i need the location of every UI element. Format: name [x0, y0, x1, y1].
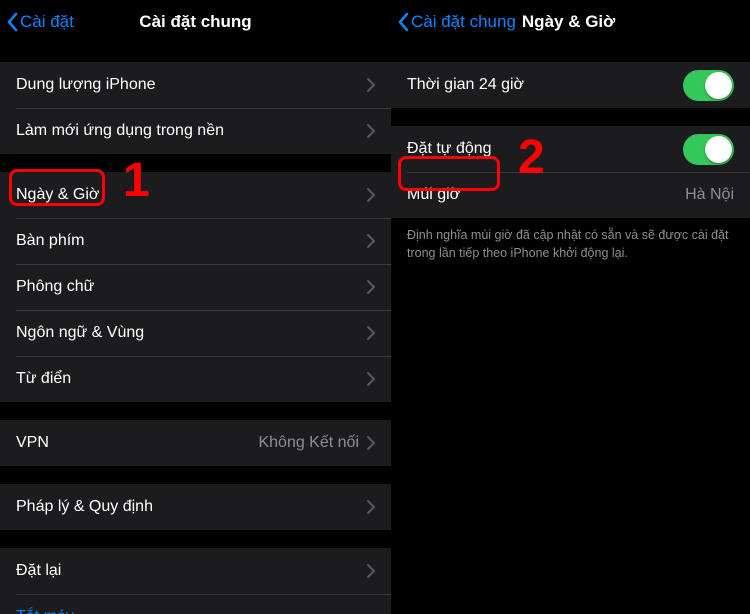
- chevron-left-icon: [397, 12, 409, 32]
- row-label: Làm mới ứng dụng trong nền: [16, 122, 367, 140]
- back-label: Cài đặt chung: [411, 12, 516, 32]
- row-value: Hà Nội: [685, 186, 734, 204]
- back-label: Cài đặt: [20, 12, 74, 32]
- row-label: Từ điển: [16, 370, 367, 388]
- row-label: Tắt máy: [16, 608, 375, 614]
- nav-bar: Cài đặt chung Ngày & Giờ: [391, 0, 750, 44]
- row-set-automatically: Đặt tự động: [391, 126, 750, 172]
- toggle-knob: [705, 136, 732, 163]
- row-label: Thời gian 24 giờ: [407, 76, 683, 94]
- chevron-right-icon: [367, 188, 375, 202]
- back-button[interactable]: Cài đặt chung: [391, 12, 516, 32]
- row-label: Múi giờ: [407, 186, 685, 204]
- general-settings-screen: Cài đặt Cài đặt chung Dung lượng iPhone …: [0, 0, 391, 614]
- chevron-right-icon: [367, 436, 375, 450]
- row-label: Dung lượng iPhone: [16, 76, 367, 94]
- row-label: Phông chữ: [16, 278, 367, 296]
- section-legal: Pháp lý & Quy định: [0, 484, 391, 530]
- section-input: Ngày & Giờ Bàn phím Phông chữ Ngôn ngữ &…: [0, 172, 391, 402]
- section-reset: Đặt lại Tắt máy: [0, 548, 391, 614]
- row-legal[interactable]: Pháp lý & Quy định: [0, 484, 391, 530]
- chevron-right-icon: [367, 372, 375, 386]
- section-vpn: VPN Không Kết nối: [0, 420, 391, 466]
- row-fonts[interactable]: Phông chữ: [0, 264, 391, 310]
- row-language-region[interactable]: Ngôn ngữ & Vùng: [0, 310, 391, 356]
- chevron-left-icon: [6, 12, 18, 32]
- row-vpn[interactable]: VPN Không Kết nối: [0, 420, 391, 466]
- row-label: VPN: [16, 434, 258, 452]
- chevron-right-icon: [367, 280, 375, 294]
- date-time-screen: Cài đặt chung Ngày & Giờ Thời gian 24 gi…: [391, 0, 750, 614]
- row-date-time[interactable]: Ngày & Giờ: [0, 172, 391, 218]
- chevron-right-icon: [367, 564, 375, 578]
- toggle-set-automatically[interactable]: [683, 134, 734, 165]
- row-reset[interactable]: Đặt lại: [0, 548, 391, 594]
- row-iphone-storage[interactable]: Dung lượng iPhone: [0, 62, 391, 108]
- row-label: Đặt lại: [16, 562, 367, 580]
- row-label: Pháp lý & Quy định: [16, 498, 367, 516]
- page-title: Ngày & Giờ: [522, 12, 615, 32]
- row-keyboard[interactable]: Bàn phím: [0, 218, 391, 264]
- chevron-right-icon: [367, 78, 375, 92]
- row-label: Ngày & Giờ: [16, 186, 367, 204]
- back-button[interactable]: Cài đặt: [0, 12, 74, 32]
- row-label: Đặt tự động: [407, 140, 683, 158]
- toggle-24-hour[interactable]: [683, 70, 734, 101]
- chevron-right-icon: [367, 500, 375, 514]
- chevron-right-icon: [367, 326, 375, 340]
- section-auto: Đặt tự động Múi giờ Hà Nội: [391, 126, 750, 218]
- toggle-knob: [705, 72, 732, 99]
- footer-note: Định nghĩa múi giờ đã cập nhật có sẵn và…: [391, 218, 750, 262]
- row-background-app-refresh[interactable]: Làm mới ứng dụng trong nền: [0, 108, 391, 154]
- row-time-zone[interactable]: Múi giờ Hà Nội: [391, 172, 750, 218]
- row-shutdown[interactable]: Tắt máy: [0, 594, 391, 614]
- row-label: Bàn phím: [16, 232, 367, 250]
- row-value: Không Kết nối: [258, 434, 359, 452]
- row-24-hour-time: Thời gian 24 giờ: [391, 62, 750, 108]
- chevron-right-icon: [367, 124, 375, 138]
- section-24h: Thời gian 24 giờ: [391, 62, 750, 108]
- chevron-right-icon: [367, 234, 375, 248]
- nav-bar: Cài đặt Cài đặt chung: [0, 0, 391, 44]
- row-label: Ngôn ngữ & Vùng: [16, 324, 367, 342]
- section-storage: Dung lượng iPhone Làm mới ứng dụng trong…: [0, 62, 391, 154]
- row-dictionary[interactable]: Từ điển: [0, 356, 391, 402]
